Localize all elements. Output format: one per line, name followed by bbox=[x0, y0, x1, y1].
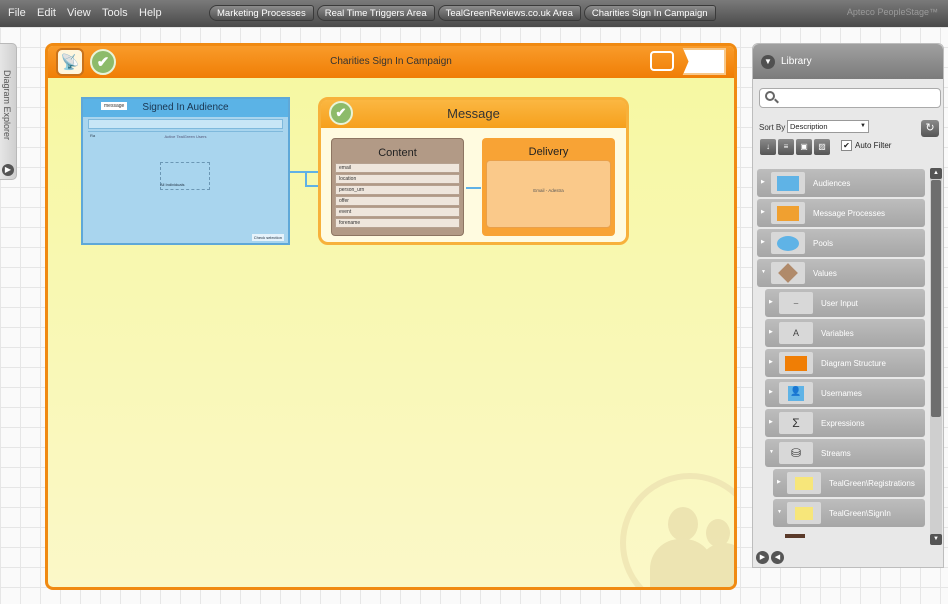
user-icon: 👤 bbox=[779, 382, 813, 404]
breadcrumb-item[interactable]: Charities Sign In Campaign bbox=[583, 5, 716, 21]
delivery-title: Delivery bbox=[528, 146, 569, 158]
forward-arrow-icon[interactable]: ▶ bbox=[756, 551, 769, 564]
library-panel: ▼ Library Sort By Description ▼ ↻ ↓ ≡ ▣ … bbox=[752, 43, 944, 568]
chevron-down-icon: ▼ bbox=[860, 123, 866, 129]
scroll-up-icon[interactable]: ▲ bbox=[930, 168, 942, 179]
library-title: Library bbox=[781, 56, 812, 67]
image-view-icon[interactable]: ▨ bbox=[814, 139, 830, 155]
content-node[interactable]: Content email location person_urn offer … bbox=[331, 138, 464, 236]
breadcrumb-item[interactable]: TealGreenReviews.co.uk Area bbox=[437, 5, 581, 21]
library-toolbar: ↓ ≡ ▣ ▨ bbox=[760, 139, 830, 155]
refresh-button[interactable]: ↻ bbox=[921, 120, 939, 137]
library-search-input[interactable] bbox=[759, 88, 941, 108]
breadcrumb-item[interactable]: Real Time Triggers Area bbox=[316, 5, 435, 21]
sort-value: Description bbox=[790, 122, 828, 131]
expand-arrow-icon[interactable]: ▶ bbox=[2, 164, 14, 176]
library-item-pools[interactable]: ▶ Pools bbox=[757, 229, 925, 257]
list-view-icon[interactable]: ≡ bbox=[778, 139, 794, 155]
delivery-label: Email - Adestra bbox=[533, 188, 564, 193]
diagram-explorer-label: Diagram Explorer bbox=[2, 70, 12, 141]
library-item-usernames[interactable]: ▶ 👤 Usernames bbox=[765, 379, 925, 407]
menu-edit[interactable]: Edit bbox=[37, 7, 56, 19]
message-process-icon bbox=[771, 202, 805, 224]
variables-icon: A bbox=[779, 322, 813, 344]
partial-item-icon bbox=[785, 534, 805, 538]
sort-order-icon[interactable]: ↓ bbox=[760, 139, 776, 155]
message-title: Message bbox=[447, 106, 500, 121]
people-watermark-icon bbox=[620, 473, 734, 587]
diagram-structure-icon bbox=[779, 352, 813, 374]
message-node[interactable]: ✔ Message Content email location person_… bbox=[318, 97, 629, 245]
audience-footer: Check selection bbox=[251, 234, 284, 241]
content-row[interactable]: email bbox=[335, 163, 460, 173]
library-item-values[interactable]: ▼ Values bbox=[757, 259, 925, 287]
checkbox[interactable]: ✔ bbox=[841, 140, 852, 151]
collapse-icon[interactable]: ▼ bbox=[761, 55, 775, 69]
audience-preview: Ra Active TealGreen Users All Individual… bbox=[88, 131, 283, 229]
campaign-header: 📡 ✔ Charities Sign In Campaign bbox=[48, 46, 734, 78]
content-row[interactable]: forename bbox=[335, 218, 460, 228]
content-row[interactable]: offer bbox=[335, 196, 460, 206]
library-item-user-input[interactable]: ▶ ⎯ User Input bbox=[765, 289, 925, 317]
selection-box-label: All Individuals bbox=[160, 182, 185, 187]
folder-icon bbox=[787, 472, 821, 494]
content-title: Content bbox=[378, 147, 417, 159]
library-footer: ▶ ◀ bbox=[756, 551, 784, 564]
library-item-variables[interactable]: ▶ A Variables bbox=[765, 319, 925, 347]
library-header: ▼ Library bbox=[753, 44, 943, 79]
filter-icon[interactable]: ▣ bbox=[796, 139, 812, 155]
scroll-thumb[interactable] bbox=[931, 180, 941, 417]
audience-preview-title: Active TealGreen Users bbox=[164, 134, 207, 139]
library-list: ▶ Audiences ▶ Message Processes ▶ Pools … bbox=[757, 168, 929, 545]
audience-node[interactable]: message Signed In Audience Ra Active Tea… bbox=[81, 97, 290, 245]
sort-select[interactable]: Description ▼ bbox=[787, 120, 869, 133]
brand-label: Apteco PeopleStage™ bbox=[846, 7, 938, 17]
connector-line bbox=[466, 187, 481, 189]
scroll-down-icon[interactable]: ▼ bbox=[930, 534, 942, 545]
library-item-registrations[interactable]: ▶ TealGreen\Registrations bbox=[773, 469, 925, 497]
database-icon: ⛁ bbox=[779, 442, 813, 464]
auto-filter-toggle[interactable]: ✔ Auto Filter bbox=[841, 140, 891, 151]
library-item-audiences[interactable]: ▶ Audiences bbox=[757, 169, 925, 197]
folder-icon bbox=[787, 502, 821, 524]
library-item-signin[interactable]: ▼ TealGreen\SignIn bbox=[773, 499, 925, 527]
campaign-frame[interactable]: 📡 ✔ Charities Sign In Campaign message S… bbox=[45, 43, 737, 590]
sort-label: Sort By bbox=[759, 123, 786, 132]
campaign-title: Charities Sign In Campaign bbox=[330, 56, 452, 67]
user-input-icon: ⎯ bbox=[779, 292, 813, 314]
content-row[interactable]: event bbox=[335, 207, 460, 217]
back-arrow-icon[interactable]: ◀ bbox=[771, 551, 784, 564]
content-row[interactable]: location bbox=[335, 174, 460, 184]
menu-tools[interactable]: Tools bbox=[102, 7, 128, 19]
breadcrumb-item[interactable]: Marketing Processes bbox=[209, 5, 314, 21]
sigma-icon: Σ bbox=[779, 412, 813, 434]
audience-title: Signed In Audience bbox=[142, 102, 229, 113]
menu-view[interactable]: View bbox=[67, 7, 91, 19]
library-item-diagram-structure[interactable]: ▶ Diagram Structure bbox=[765, 349, 925, 377]
diagram-explorer-tab[interactable]: Diagram Explorer ▶ bbox=[0, 43, 17, 180]
delivery-panel: Email - Adestra bbox=[486, 160, 611, 228]
audience-header: message Signed In Audience bbox=[83, 99, 288, 117]
message-header: ✔ Message bbox=[321, 100, 626, 128]
menu-file[interactable]: File bbox=[8, 7, 26, 19]
audience-icon bbox=[771, 172, 805, 194]
library-scrollbar[interactable]: ▲ ▼ bbox=[930, 168, 942, 545]
library-item-expressions[interactable]: ▶ Σ Expressions bbox=[765, 409, 925, 437]
tag-icon bbox=[771, 262, 805, 284]
window-icon[interactable] bbox=[650, 51, 674, 71]
library-item-streams[interactable]: ▼ ⛁ Streams bbox=[765, 439, 925, 467]
auto-filter-label: Auto Filter bbox=[855, 141, 892, 150]
menu-help[interactable]: Help bbox=[139, 7, 162, 19]
delivery-node[interactable]: Delivery Email - Adestra bbox=[482, 138, 615, 236]
library-item-message-processes[interactable]: ▶ Message Processes bbox=[757, 199, 925, 227]
content-row[interactable]: person_urn bbox=[335, 185, 460, 195]
audience-bar bbox=[88, 119, 283, 129]
menu-bar: File Edit View Tools Help Marketing Proc… bbox=[0, 0, 948, 27]
search-icon bbox=[765, 91, 775, 101]
breadcrumb: Marketing Processes Real Time Triggers A… bbox=[209, 5, 716, 21]
pool-icon bbox=[771, 232, 805, 254]
